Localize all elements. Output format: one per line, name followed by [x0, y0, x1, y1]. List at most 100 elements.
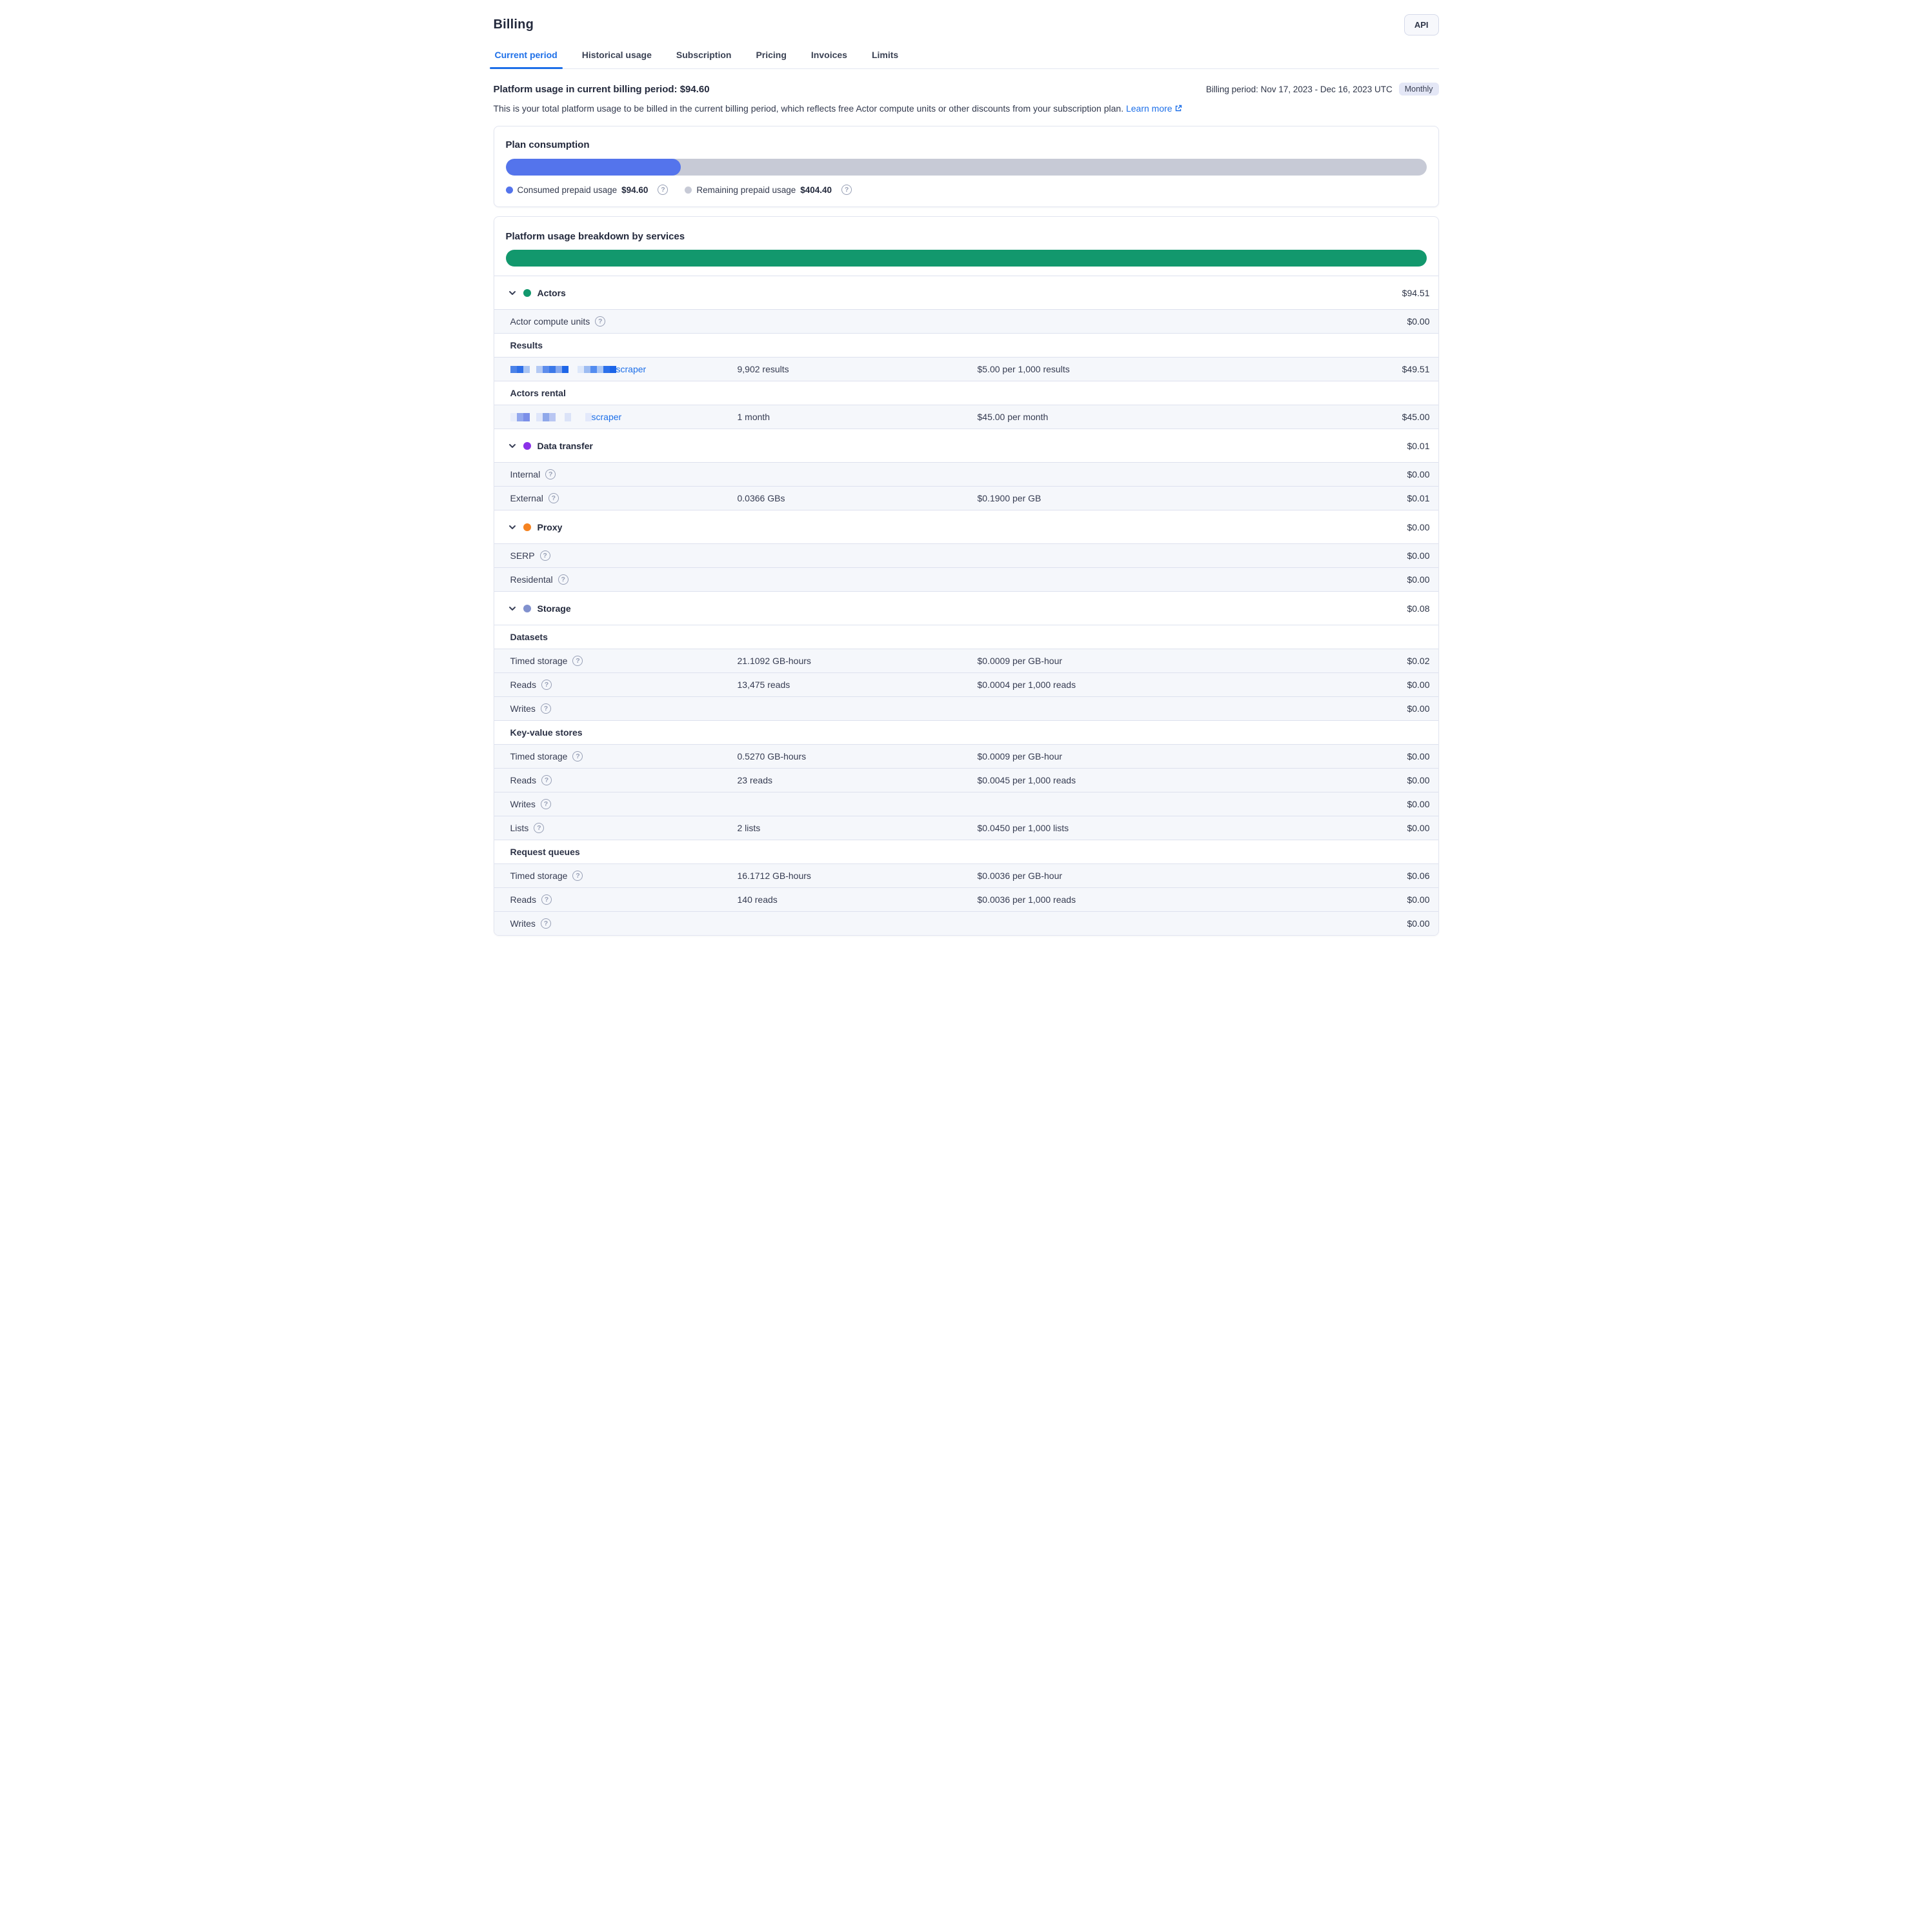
row-total: $0.00: [1407, 918, 1429, 929]
row-quantity: 1 month: [738, 412, 978, 422]
redaction-block: [584, 366, 590, 373]
table-row-scraper: scraper9,902 results$5.00 per 1,000 resu…: [494, 357, 1438, 381]
redaction-block: [578, 366, 584, 373]
help-icon[interactable]: ?: [545, 469, 556, 479]
redacted-text: [510, 366, 616, 373]
redaction-block: [597, 366, 603, 373]
row-label: Reads: [510, 775, 536, 785]
category-total: $94.51: [1402, 288, 1430, 298]
category-label: Storage: [538, 603, 571, 614]
row-label: Internal: [510, 469, 541, 479]
help-icon[interactable]: ?: [572, 871, 583, 881]
category-dot-icon: [523, 289, 531, 297]
row-total: $0.06: [1407, 871, 1429, 881]
help-icon[interactable]: ?: [541, 894, 552, 905]
row-label-cell: SERP?: [510, 550, 738, 561]
redaction-block: [603, 366, 610, 373]
row-total: $45.00: [1402, 412, 1430, 422]
chevron-down-icon: [508, 441, 517, 450]
help-icon[interactable]: ?: [540, 550, 550, 561]
legend-item: Remaining prepaid usage$404.40?: [685, 185, 852, 195]
category-dot-icon: [523, 523, 531, 531]
chevron-down-icon: [508, 288, 517, 298]
redaction-block: [549, 413, 556, 421]
usage-breakdown-head: Platform usage breakdown by services: [494, 217, 1438, 267]
row-label-cell: Reads?: [510, 775, 738, 785]
row-label: Timed storage: [510, 656, 568, 666]
learn-more-link[interactable]: Learn more: [1126, 103, 1182, 114]
page-header: Billing API: [494, 0, 1439, 35]
table-row-writes: Writes? $0.00: [494, 911, 1438, 935]
row-unit-price: $0.1900 per GB: [978, 493, 1407, 503]
table-row-timed-storage: Timed storage?0.5270 GB-hours$0.0009 per…: [494, 744, 1438, 768]
row-unit-price: $0.0009 per GB-hour: [978, 656, 1407, 666]
redaction-block: [536, 413, 543, 421]
row-unit-price: $0.0036 per GB-hour: [978, 871, 1407, 881]
external-link-icon: [1174, 103, 1182, 116]
plan-consumption-legend: Consumed prepaid usage$94.60?Remaining p…: [506, 185, 1427, 195]
redaction-block: [590, 366, 597, 373]
help-icon[interactable]: ?: [541, 799, 551, 809]
redaction-block: [523, 413, 530, 421]
row-label-cell: Actors rental: [510, 388, 738, 398]
usage-breakdown-table: Actors$94.51Actor compute units?$0.00Res…: [494, 276, 1438, 935]
redaction-block: [536, 366, 543, 373]
help-icon[interactable]: ?: [658, 185, 668, 195]
row-label: Reads: [510, 680, 536, 690]
help-icon[interactable]: ?: [541, 703, 551, 714]
help-icon[interactable]: ?: [541, 918, 551, 929]
row-label-cell: Timed storage?: [510, 656, 738, 666]
row-total: $0.00: [1407, 751, 1429, 762]
help-icon[interactable]: ?: [572, 656, 583, 666]
table-row-scraper: scraper1 month$45.00 per month$45.00: [494, 405, 1438, 429]
table-row-reads: Reads?140 reads$0.0036 per 1,000 reads$0…: [494, 887, 1438, 911]
table-row-reads: Reads?13,475 reads$0.0004 per 1,000 read…: [494, 672, 1438, 696]
help-icon[interactable]: ?: [541, 680, 552, 690]
row-label-cell: Lists?: [510, 823, 738, 833]
usage-heading: Platform usage in current billing period…: [494, 84, 710, 95]
row-label: Writes: [510, 918, 536, 929]
redaction-block: [517, 366, 523, 373]
help-icon[interactable]: ?: [595, 316, 605, 327]
table-row-residental: Residental?$0.00: [494, 567, 1438, 591]
row-total: $49.51: [1402, 364, 1430, 374]
row-unit-price: $0.0045 per 1,000 reads: [978, 775, 1407, 785]
row-total: $0.00: [1407, 703, 1429, 714]
usage-breakdown-title: Platform usage breakdown by services: [506, 231, 1427, 242]
tab-limits[interactable]: Limits: [870, 46, 900, 68]
row-label: External: [510, 493, 543, 503]
tab-historical-usage[interactable]: Historical usage: [581, 46, 653, 68]
redaction-block: [523, 366, 530, 373]
help-icon[interactable]: ?: [572, 751, 583, 762]
plan-consumption-title: Plan consumption: [506, 139, 1427, 150]
help-icon[interactable]: ?: [534, 823, 544, 833]
row-label-cell: Datasets: [510, 632, 738, 642]
help-icon[interactable]: ?: [841, 185, 852, 195]
table-row-category-data-transfer[interactable]: Data transfer$0.01: [494, 429, 1438, 462]
row-label: Timed storage: [510, 751, 568, 762]
tab-subscription[interactable]: Subscription: [675, 46, 733, 68]
actor-link[interactable]: scraper: [592, 412, 622, 422]
plan-consumption-card: Plan consumption Consumed prepaid usage$…: [494, 126, 1439, 207]
table-row-category-actors[interactable]: Actors$94.51: [494, 276, 1438, 309]
table-row-actor-compute-units: Actor compute units?$0.00: [494, 309, 1438, 333]
table-row-category-proxy[interactable]: Proxy$0.00: [494, 510, 1438, 543]
api-button[interactable]: API: [1404, 14, 1439, 35]
table-row-category-storage[interactable]: Storage$0.08: [494, 591, 1438, 625]
row-quantity: 0.5270 GB-hours: [738, 751, 978, 762]
help-icon[interactable]: ?: [548, 493, 559, 503]
row-label: Writes: [510, 703, 536, 714]
row-total: $0.00: [1407, 574, 1429, 585]
tab-pricing[interactable]: Pricing: [754, 46, 787, 68]
row-quantity: 0.0366 GBs: [738, 493, 978, 503]
help-icon[interactable]: ?: [558, 574, 569, 585]
actor-link[interactable]: scraper: [616, 364, 647, 374]
tab-current-period[interactable]: Current period: [494, 46, 559, 68]
tab-invoices[interactable]: Invoices: [810, 46, 849, 68]
help-icon[interactable]: ?: [541, 775, 552, 785]
plan-consumption-bar: [506, 159, 1427, 176]
category-dot-icon: [523, 605, 531, 612]
row-label: Key-value stores: [510, 727, 583, 738]
row-quantity: 16.1712 GB-hours: [738, 871, 978, 881]
row-total: $0.00: [1407, 894, 1429, 905]
